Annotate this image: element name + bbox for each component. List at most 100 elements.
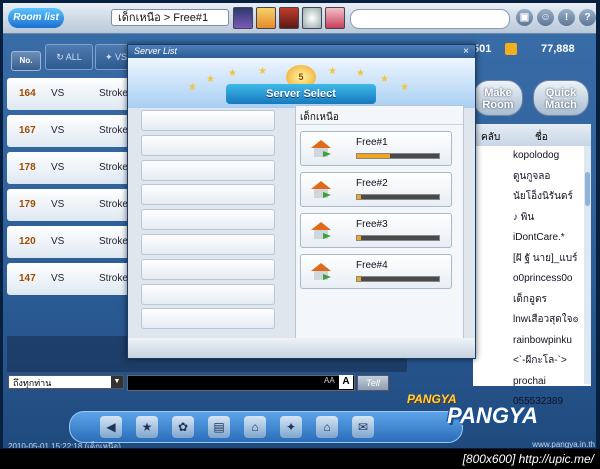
scratch-icon[interactable]: ✦ — [280, 416, 302, 438]
channel-load-bar — [356, 276, 440, 282]
server-select-banner: ★ ★ ★ ★ ★ ★ ★ ★ 5 Server Select — [128, 58, 475, 108]
house-icon — [311, 222, 331, 239]
star-icon: ★ — [356, 68, 365, 79]
window-frame: Room list เด็กเหนือ > Free#1 ▣ ☺ ! ? No.… — [0, 0, 600, 469]
list-item[interactable]: iDontCare.* — [473, 228, 591, 249]
channel-load-bar — [356, 153, 440, 159]
list-item[interactable]: <`-ผีกะโล-`> — [473, 351, 591, 372]
avatar[interactable] — [302, 7, 322, 29]
shop-icon[interactable]: ★ — [136, 416, 158, 438]
avatar[interactable] — [256, 7, 276, 29]
list-item[interactable]: [ฝั ฐั นาย]_แบร์ — [473, 249, 591, 270]
list-item[interactable]: rainbowpinku — [473, 331, 591, 352]
room-filters: No. ↻ ALL ✦ VS — [7, 41, 137, 71]
list-item[interactable]: o0princess0o — [473, 269, 591, 290]
tell-button[interactable]: Tell — [357, 375, 389, 391]
house-icon — [311, 181, 331, 198]
channel-load-fill — [357, 195, 362, 199]
region-slot[interactable] — [141, 110, 275, 131]
chat-input[interactable] — [127, 375, 355, 391]
region-slot[interactable] — [141, 258, 275, 280]
card-icon[interactable]: ▤ — [208, 416, 230, 438]
search-input[interactable] — [350, 9, 510, 29]
channel-name: Free#1 — [356, 137, 388, 148]
room-mode: Stroke — [99, 162, 128, 173]
chat-target-select[interactable]: ถึงทุกท่าน ▼ — [8, 375, 124, 389]
region-slot[interactable] — [141, 209, 275, 231]
region-name: เด็กเหนือ — [296, 106, 463, 125]
quick-match-button[interactable]: Quick Match — [533, 80, 589, 116]
window-icon[interactable]: ▣ — [516, 9, 533, 26]
make-room-button[interactable]: Make Room — [473, 80, 523, 116]
list-item[interactable]: ♪ พิน — [473, 208, 591, 229]
channel-load-fill — [357, 277, 362, 281]
house-icon[interactable]: ⌂ — [244, 416, 266, 438]
scrollbar-thumb[interactable] — [585, 172, 590, 206]
region-slot[interactable] — [141, 233, 275, 255]
gift-icon[interactable]: ✿ — [172, 416, 194, 438]
cookie-count: 77,888 — [541, 43, 575, 55]
status-bar: 2010-05-01 15:22:18 (เด็กเหนือ) www.pang… — [6, 440, 596, 448]
room-row[interactable]: 167 VS Stroke — [7, 115, 137, 147]
close-icon[interactable]: × — [463, 45, 469, 58]
room-type: VS — [51, 125, 65, 136]
channel-free3[interactable]: Free#3 — [300, 213, 452, 248]
channel-load-bar — [356, 194, 440, 200]
avatar[interactable] — [279, 7, 299, 29]
room-mode: Stroke — [99, 125, 128, 136]
room-type: VS — [51, 273, 65, 284]
room-row[interactable]: 120 VS Stroke — [7, 226, 137, 258]
region-slot[interactable] — [141, 134, 275, 156]
list-item[interactable]: lnwเสือวสุดใจ๏ — [473, 310, 591, 331]
caption-bar: [800x600] http://upic.me/ — [0, 449, 600, 469]
star-icon: ★ — [400, 82, 409, 93]
channel-free4[interactable]: Free#4 — [300, 254, 452, 289]
back-icon[interactable]: ◀ — [100, 416, 122, 438]
list-item[interactable]: prochai — [473, 372, 591, 393]
room-row[interactable]: 147 VS Stroke — [7, 263, 137, 295]
top-bar: Room list เด็กเหนือ > Free#1 ▣ ☺ ! ? — [3, 3, 596, 34]
room-number: 120 — [19, 236, 36, 247]
avatar[interactable] — [325, 7, 345, 29]
room-row[interactable]: 164 VS Stroke — [7, 78, 137, 110]
info-icon[interactable]: ! — [558, 9, 575, 26]
server-list-dialog: Server List × ★ ★ ★ ★ ★ ★ ★ ★ 5 Server S… — [127, 44, 476, 359]
star-icon: ★ — [206, 74, 215, 85]
room-row[interactable]: 179 VS Stroke — [7, 189, 137, 221]
dialog-title: Server List — [134, 46, 178, 56]
room-row[interactable]: 178 VS Stroke — [7, 152, 137, 184]
user-icon[interactable]: ☺ — [537, 9, 554, 26]
sort-number-button[interactable]: No. — [11, 51, 41, 71]
help-icon[interactable]: ? — [579, 9, 596, 26]
player-scrollbar[interactable] — [584, 146, 591, 384]
room-mode: Stroke — [99, 273, 128, 284]
list-item[interactable]: ดูนกูจลอ — [473, 167, 591, 188]
list-item[interactable]: kopolodog — [473, 146, 591, 167]
region-slot[interactable] — [141, 184, 275, 206]
region-slot[interactable] — [141, 159, 275, 181]
filter-all-button[interactable]: ↻ ALL — [45, 44, 93, 70]
column-name[interactable]: ชื่อ — [535, 130, 548, 145]
list-item[interactable]: นัยโอ็งนิรันดร์ — [473, 187, 591, 208]
banner-text: Server Select — [266, 88, 336, 100]
channel-list: เด็กเหนือ Free#1 Free#2 Free#3 Free#4 — [295, 105, 464, 339]
chevron-down-icon[interactable]: ▼ — [111, 376, 123, 388]
region-slot[interactable] — [141, 308, 275, 330]
avatar[interactable] — [233, 7, 253, 29]
mail-icon[interactable]: ✉ — [352, 416, 374, 438]
region-slot[interactable] — [141, 283, 275, 305]
house-icon — [311, 140, 331, 157]
channel-free2[interactable]: Free#2 — [300, 172, 452, 207]
player-list: คลับ ชื่อ kopolodog ดูนกูจลอ นัยโอ็งนิรั… — [473, 124, 591, 407]
list-item[interactable]: เด็กอูตร — [473, 290, 591, 311]
text-style-button[interactable]: A — [339, 375, 353, 389]
pangya-logo: PANGYA — [447, 403, 538, 428]
lobby-icon[interactable]: ⌂ — [316, 416, 338, 438]
channel-load-bar — [356, 235, 440, 241]
banner-ribbon: Server Select — [226, 84, 376, 104]
channel-free1[interactable]: Free#1 — [300, 131, 452, 166]
column-club[interactable]: คลับ — [481, 130, 500, 145]
room-type: VS — [51, 162, 65, 173]
star-icon: ★ — [188, 82, 197, 93]
font-size-toggle[interactable]: AA — [324, 376, 335, 385]
